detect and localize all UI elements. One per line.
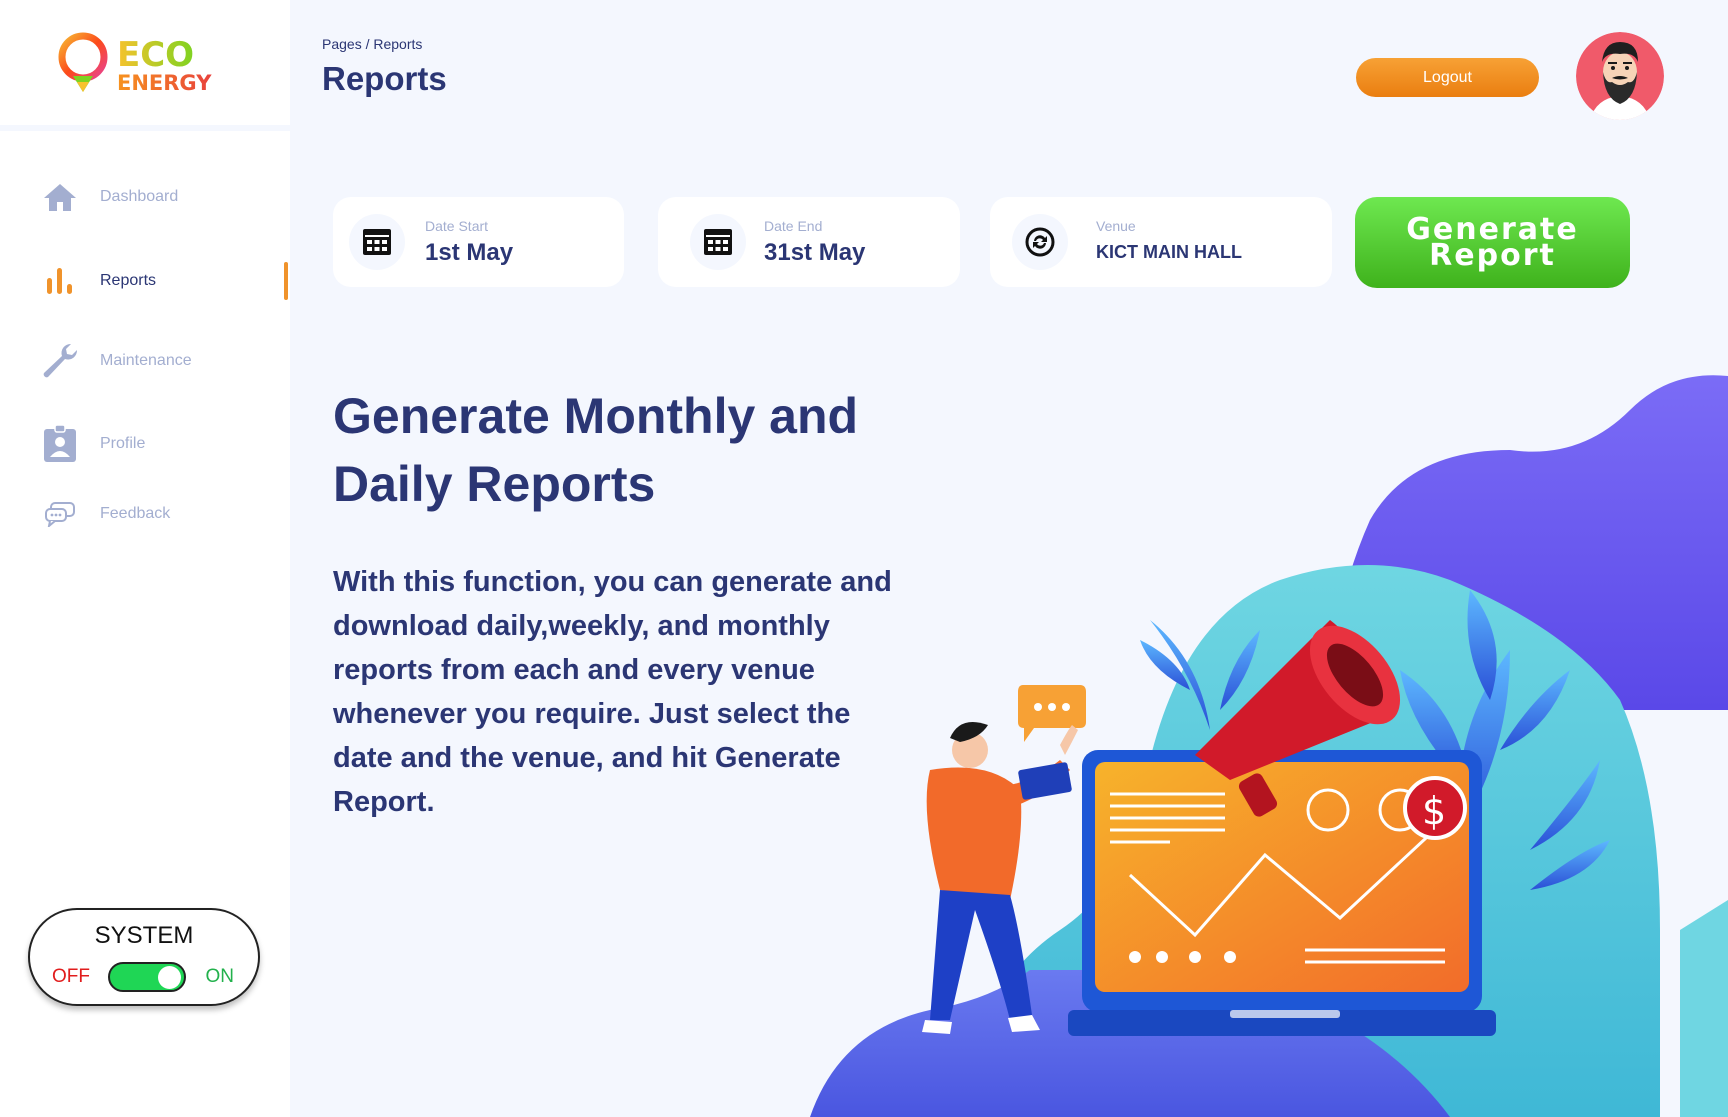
logout-button[interactable]: Logout — [1356, 58, 1539, 97]
venue-label: Venue — [1096, 218, 1136, 234]
home-icon — [40, 177, 80, 217]
badge-icon — [40, 424, 80, 464]
system-on-label: ON — [205, 966, 235, 987]
generate-report-button[interactable]: Generate Report — [1355, 197, 1630, 288]
sidebar-item-feedback[interactable]: Feedback — [40, 489, 290, 539]
date-end-selector[interactable]: Date End 31st May — [658, 197, 960, 287]
date-end-label: Date End — [764, 218, 823, 234]
calendar-icon — [349, 214, 405, 270]
system-title: SYSTEM — [94, 922, 194, 949]
sidebar-item-reports[interactable]: Reports — [40, 256, 290, 306]
sidebar-item-label: Feedback — [100, 505, 171, 522]
sidebar-item-label: Profile — [100, 435, 146, 452]
generate-button-line2: Report — [1429, 237, 1556, 273]
svg-text:$: $ — [1422, 789, 1446, 833]
sidebar-item-label: Dashboard — [100, 188, 179, 205]
toggle-knob — [158, 966, 181, 989]
date-start-selector[interactable]: Date Start 1st May — [333, 197, 624, 287]
wrench-icon — [40, 341, 80, 381]
venue-selector[interactable]: Venue KICT MAIN HALL — [990, 197, 1332, 287]
date-start-value: 1st May — [425, 239, 514, 266]
venue-value: KICT MAIN HALL — [1096, 242, 1242, 262]
logo-energy-text: ENERGY — [117, 71, 212, 95]
sidebar-item-profile[interactable]: Profile — [40, 419, 290, 469]
sidebar-item-maintenance[interactable]: Maintenance — [40, 336, 290, 386]
active-indicator — [284, 262, 288, 300]
date-start-label: Date Start — [425, 218, 489, 234]
sidebar-item-label: Maintenance — [100, 352, 192, 369]
breadcrumb: Pages / Reports — [322, 36, 423, 52]
calendar-icon — [690, 214, 746, 270]
system-power-toggle[interactable] — [108, 962, 186, 992]
sidebar: ECO ENERGY Dashboard Reports Maintenance… — [0, 0, 290, 1117]
eco-energy-logo[interactable]: ECO ENERGY — [55, 30, 225, 100]
marketing-illustration-icon: $ — [810, 375, 1728, 1117]
bulb-logo-icon: ECO ENERGY — [58, 32, 212, 95]
avatar[interactable] — [1576, 32, 1664, 120]
report-illustration: $ — [810, 370, 1728, 1117]
bar-chart-icon — [40, 261, 80, 301]
logo-eco-text: ECO — [117, 35, 194, 75]
page-title: Reports — [322, 60, 447, 97]
system-off-label: OFF — [52, 966, 90, 987]
venue-refresh-icon — [1012, 214, 1068, 270]
sidebar-item-label: Reports — [100, 272, 157, 289]
chat-icon — [40, 494, 80, 534]
date-end-value: 31st May — [764, 239, 866, 266]
sidebar-divider — [0, 125, 290, 131]
system-power-card: SYSTEM OFF ON — [28, 908, 260, 1006]
sidebar-item-dashboard[interactable]: Dashboard — [40, 172, 290, 222]
